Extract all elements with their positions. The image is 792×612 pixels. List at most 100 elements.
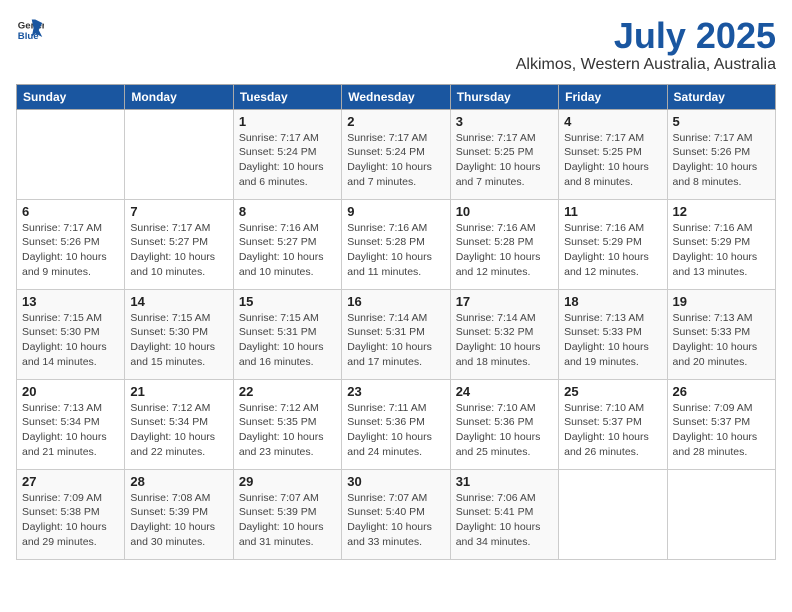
calendar-cell: 30 Sunrise: 7:07 AM Sunset: 5:40 PM Dayli… — [342, 469, 450, 559]
day-number: 15 — [239, 294, 336, 309]
day-number: 29 — [239, 474, 336, 489]
day-detail: Sunrise: 7:16 AM Sunset: 5:28 PM Dayligh… — [347, 221, 444, 280]
day-detail: Sunrise: 7:12 AM Sunset: 5:35 PM Dayligh… — [239, 401, 336, 460]
day-detail: Sunrise: 7:14 AM Sunset: 5:31 PM Dayligh… — [347, 311, 444, 370]
day-detail: Sunrise: 7:14 AM Sunset: 5:32 PM Dayligh… — [456, 311, 553, 370]
calendar-cell: 27Sunrise: 7:09 AM Sunset: 5:38 PM Dayli… — [17, 469, 125, 559]
day-number: 4 — [564, 114, 661, 129]
day-detail: Sunrise: 7:06 AM Sunset: 5:41 PM Dayligh… — [456, 491, 553, 550]
weekday-header-tuesday: Tuesday — [233, 84, 341, 109]
calendar-cell: 12 Sunrise: 7:16 AM Sunset: 5:29 PM Dayli… — [667, 199, 775, 289]
day-detail: Sunrise: 7:15 AM Sunset: 5:31 PM Dayligh… — [239, 311, 336, 370]
calendar-cell: 14 Sunrise: 7:15 AM Sunset: 5:30 PM Dayli… — [125, 289, 233, 379]
day-number: 22 — [239, 384, 336, 399]
calendar-cell: 7Sunrise: 7:17 AM Sunset: 5:27 PM Daylig… — [125, 199, 233, 289]
calendar-cell: 1Sunrise: 7:17 AM Sunset: 5:24 PM Daylig… — [233, 109, 341, 199]
calendar-week-row: 27Sunrise: 7:09 AM Sunset: 5:38 PM Dayli… — [17, 469, 776, 559]
day-detail: Sunrise: 7:15 AM Sunset: 5:30 PM Dayligh… — [22, 311, 119, 370]
calendar-cell: 11 Sunrise: 7:16 AM Sunset: 5:29 PM Dayli… — [559, 199, 667, 289]
day-detail: Sunrise: 7:10 AM Sunset: 5:36 PM Dayligh… — [456, 401, 553, 460]
calendar-cell: 25Sunrise: 7:10 AM Sunset: 5:37 PM Dayli… — [559, 379, 667, 469]
day-detail: Sunrise: 7:13 AM Sunset: 5:33 PM Dayligh… — [564, 311, 661, 370]
day-detail: Sunrise: 7:10 AM Sunset: 5:37 PM Dayligh… — [564, 401, 661, 460]
calendar-cell: 9 Sunrise: 7:16 AM Sunset: 5:28 PM Daylig… — [342, 199, 450, 289]
day-detail: Sunrise: 7:15 AM Sunset: 5:30 PM Dayligh… — [130, 311, 227, 370]
calendar-subtitle: Alkimos, Western Australia, Australia — [516, 56, 776, 74]
calendar-cell: 19 Sunrise: 7:13 AM Sunset: 5:33 PM Dayli… — [667, 289, 775, 379]
calendar-body: 1Sunrise: 7:17 AM Sunset: 5:24 PM Daylig… — [17, 109, 776, 559]
day-number: 31 — [456, 474, 553, 489]
day-detail: Sunrise: 7:17 AM Sunset: 5:25 PM Dayligh… — [564, 131, 661, 190]
calendar-cell: 18 Sunrise: 7:13 AM Sunset: 5:33 PM Dayli… — [559, 289, 667, 379]
calendar-cell: 10 Sunrise: 7:16 AM Sunset: 5:28 PM Dayli… — [450, 199, 558, 289]
day-detail: Sunrise: 7:17 AM Sunset: 5:27 PM Dayligh… — [130, 221, 227, 280]
day-number: 5 — [673, 114, 770, 129]
day-detail: Sunrise: 7:12 AM Sunset: 5:34 PM Dayligh… — [130, 401, 227, 460]
day-detail: Sunrise: 7:08 AM Sunset: 5:39 PM Dayligh… — [130, 491, 227, 550]
day-number: 17 — [456, 294, 553, 309]
day-detail: Sunrise: 7:07 AM Sunset: 5:40 PM Dayligh… — [347, 491, 444, 550]
day-number: 14 — [130, 294, 227, 309]
day-number: 18 — [564, 294, 661, 309]
calendar-week-row: 1Sunrise: 7:17 AM Sunset: 5:24 PM Daylig… — [17, 109, 776, 199]
weekday-header-row: SundayMondayTuesdayWednesdayThursdayFrid… — [17, 84, 776, 109]
weekday-header-sunday: Sunday — [17, 84, 125, 109]
calendar-cell — [125, 109, 233, 199]
logo: General Blue — [16, 16, 44, 44]
calendar-cell: 21 Sunrise: 7:12 AM Sunset: 5:34 PM Dayli… — [125, 379, 233, 469]
day-number: 2 — [347, 114, 444, 129]
calendar-cell: 29 Sunrise: 7:07 AM Sunset: 5:39 PM Dayli… — [233, 469, 341, 559]
day-number: 13 — [22, 294, 119, 309]
day-detail: Sunrise: 7:13 AM Sunset: 5:34 PM Dayligh… — [22, 401, 119, 460]
calendar-cell — [559, 469, 667, 559]
day-detail: Sunrise: 7:07 AM Sunset: 5:39 PM Dayligh… — [239, 491, 336, 550]
day-number: 16 — [347, 294, 444, 309]
day-number: 28 — [130, 474, 227, 489]
day-detail: Sunrise: 7:17 AM Sunset: 5:26 PM Dayligh… — [673, 131, 770, 190]
day-number: 12 — [673, 204, 770, 219]
day-number: 24 — [456, 384, 553, 399]
day-detail: Sunrise: 7:13 AM Sunset: 5:33 PM Dayligh… — [673, 311, 770, 370]
day-number: 6 — [22, 204, 119, 219]
day-detail: Sunrise: 7:17 AM Sunset: 5:24 PM Dayligh… — [239, 131, 336, 190]
calendar-cell: 8Sunrise: 7:16 AM Sunset: 5:27 PM Daylig… — [233, 199, 341, 289]
day-number: 10 — [456, 204, 553, 219]
logo-icon: General Blue — [16, 16, 44, 44]
calendar-week-row: 6 Sunrise: 7:17 AM Sunset: 5:26 PM Daylig… — [17, 199, 776, 289]
calendar-cell — [667, 469, 775, 559]
calendar-cell — [17, 109, 125, 199]
calendar-cell: 15 Sunrise: 7:15 AM Sunset: 5:31 PM Dayli… — [233, 289, 341, 379]
day-number: 30 — [347, 474, 444, 489]
day-detail: Sunrise: 7:16 AM Sunset: 5:29 PM Dayligh… — [673, 221, 770, 280]
calendar-cell: 2Sunrise: 7:17 AM Sunset: 5:24 PM Daylig… — [342, 109, 450, 199]
calendar-cell: 20 Sunrise: 7:13 AM Sunset: 5:34 PM Dayli… — [17, 379, 125, 469]
calendar-cell: 17 Sunrise: 7:14 AM Sunset: 5:32 PM Dayli… — [450, 289, 558, 379]
day-number: 21 — [130, 384, 227, 399]
day-detail: Sunrise: 7:09 AM Sunset: 5:37 PM Dayligh… — [673, 401, 770, 460]
calendar-cell: 6 Sunrise: 7:17 AM Sunset: 5:26 PM Daylig… — [17, 199, 125, 289]
calendar-cell: 13 Sunrise: 7:15 AM Sunset: 5:30 PM Dayli… — [17, 289, 125, 379]
day-detail: Sunrise: 7:16 AM Sunset: 5:29 PM Dayligh… — [564, 221, 661, 280]
day-number: 9 — [347, 204, 444, 219]
calendar-cell: 22 Sunrise: 7:12 AM Sunset: 5:35 PM Dayli… — [233, 379, 341, 469]
day-detail: Sunrise: 7:09 AM Sunset: 5:38 PM Dayligh… — [22, 491, 119, 550]
day-detail: Sunrise: 7:16 AM Sunset: 5:28 PM Dayligh… — [456, 221, 553, 280]
title-area: July 2025 Alkimos, Western Australia, Au… — [516, 16, 776, 74]
calendar-cell: 28 Sunrise: 7:08 AM Sunset: 5:39 PM Dayli… — [125, 469, 233, 559]
weekday-header-thursday: Thursday — [450, 84, 558, 109]
calendar-cell: 4 Sunrise: 7:17 AM Sunset: 5:25 PM Daylig… — [559, 109, 667, 199]
page-header: General Blue July 2025 Alkimos, Western … — [16, 16, 776, 74]
calendar-week-row: 20 Sunrise: 7:13 AM Sunset: 5:34 PM Dayli… — [17, 379, 776, 469]
weekday-header-friday: Friday — [559, 84, 667, 109]
day-number: 19 — [673, 294, 770, 309]
calendar-week-row: 13 Sunrise: 7:15 AM Sunset: 5:30 PM Dayli… — [17, 289, 776, 379]
calendar-cell: 26Sunrise: 7:09 AM Sunset: 5:37 PM Dayli… — [667, 379, 775, 469]
calendar-cell: 3Sunrise: 7:17 AM Sunset: 5:25 PM Daylig… — [450, 109, 558, 199]
calendar-title: July 2025 — [516, 16, 776, 56]
weekday-header-monday: Monday — [125, 84, 233, 109]
calendar-table: SundayMondayTuesdayWednesdayThursdayFrid… — [16, 84, 776, 560]
day-number: 20 — [22, 384, 119, 399]
day-number: 8 — [239, 204, 336, 219]
day-detail: Sunrise: 7:17 AM Sunset: 5:26 PM Dayligh… — [22, 221, 119, 280]
day-number: 11 — [564, 204, 661, 219]
